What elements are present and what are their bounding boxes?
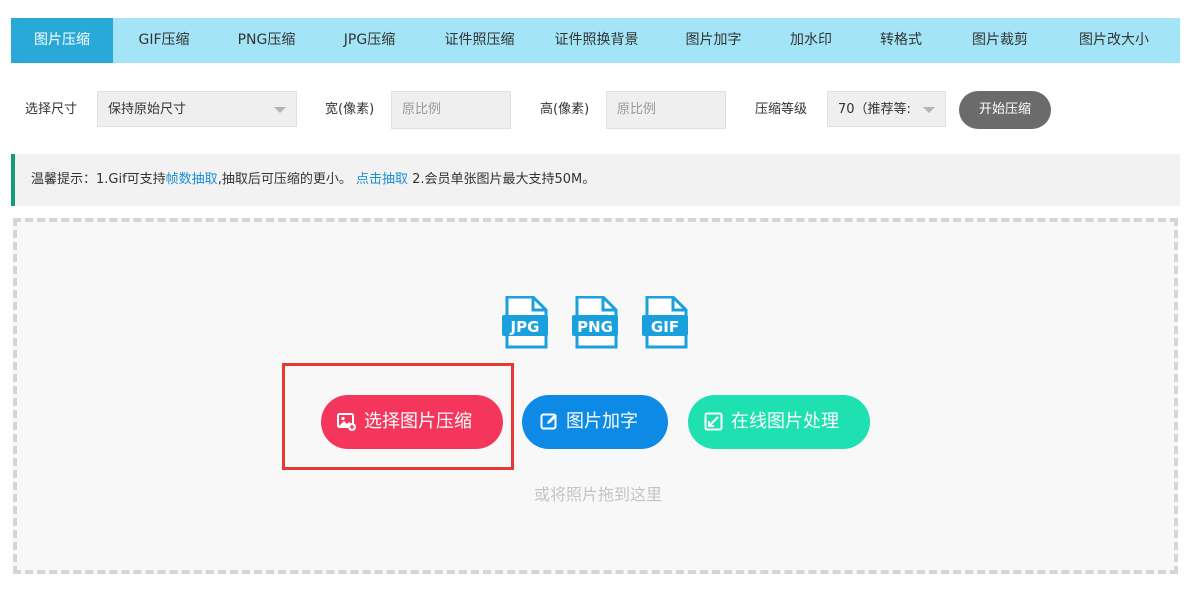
select-image-compress-button[interactable]: 选择图片压缩	[321, 395, 503, 449]
png-label: PNG	[577, 318, 613, 336]
crop-edit-icon	[704, 412, 723, 431]
png-file-icon: PNG	[572, 296, 618, 349]
frame-extract-link[interactable]: 帧数抽取	[166, 172, 218, 187]
level-select[interactable]: 70（推荐等:	[827, 91, 946, 127]
width-input[interactable]: 原比例	[391, 91, 511, 129]
click-extract-link[interactable]: 点击抽取	[356, 172, 408, 187]
select-image-compress-label: 选择图片压缩	[364, 411, 472, 432]
tip-prefix: 温馨提示：1.Gif可支持	[31, 172, 166, 187]
image-add-icon	[337, 413, 356, 431]
tab-image-compress[interactable]: 图片压缩	[11, 18, 113, 63]
drag-drop-hint: 或将照片拖到这里	[533, 485, 662, 504]
jpg-label: JPG	[510, 318, 540, 336]
tab-watermark[interactable]: 加水印	[772, 18, 850, 63]
gif-label: GIF	[651, 318, 679, 336]
tip-bar: 温馨提示：1.Gif可支持帧数抽取,抽取后可压缩的更小。 点击抽取 2.会员单张…	[11, 154, 1180, 206]
start-compress-button[interactable]: 开始压缩	[959, 91, 1051, 129]
tip-suffix: 2.会员单张图片最大支持50M。	[407, 172, 596, 187]
height-input[interactable]: 原比例	[606, 91, 726, 129]
tab-resize[interactable]: 图片改大小	[1048, 18, 1180, 63]
chevron-down-icon	[923, 107, 935, 113]
tab-id-photo-background[interactable]: 证件照换背景	[538, 18, 655, 63]
size-select-value: 保持原始尺寸	[108, 102, 187, 117]
gif-file-icon: GIF	[642, 296, 688, 349]
options-row: 选择尺寸 保持原始尺寸 宽(像素) 原比例 高(像素) 原比例 压缩等级 70（…	[0, 91, 1196, 129]
tab-bar: 图片压缩 GIF压缩 PNG压缩 JPG压缩 证件照压缩 证件照换背景 图片加字…	[11, 18, 1180, 63]
tab-id-photo-compress[interactable]: 证件照压缩	[421, 18, 538, 63]
online-image-process-button[interactable]: 在线图片处理	[688, 395, 870, 449]
tab-add-text[interactable]: 图片加字	[655, 18, 772, 63]
width-label: 宽(像素)	[325, 102, 375, 117]
edit-icon	[540, 413, 557, 430]
size-select[interactable]: 保持原始尺寸	[97, 91, 297, 127]
level-label: 压缩等级	[755, 102, 808, 117]
add-text-label: 图片加字	[566, 411, 638, 432]
tab-gif-compress[interactable]: GIF压缩	[113, 18, 215, 63]
tab-png-compress[interactable]: PNG压缩	[215, 18, 318, 63]
height-label: 高(像素)	[540, 102, 590, 117]
online-image-process-label: 在线图片处理	[731, 411, 839, 432]
size-label: 选择尺寸	[25, 102, 78, 117]
chevron-down-icon	[274, 107, 286, 113]
tab-convert-format[interactable]: 转格式	[850, 18, 952, 63]
level-select-value: 70（推荐等:	[838, 102, 911, 117]
add-text-button[interactable]: 图片加字	[522, 395, 668, 449]
jpg-file-icon: JPG	[502, 296, 548, 349]
tab-crop[interactable]: 图片裁剪	[952, 18, 1048, 63]
tab-jpg-compress[interactable]: JPG压缩	[318, 18, 421, 63]
tip-middle: ,抽取后可压缩的更小。	[217, 172, 352, 187]
